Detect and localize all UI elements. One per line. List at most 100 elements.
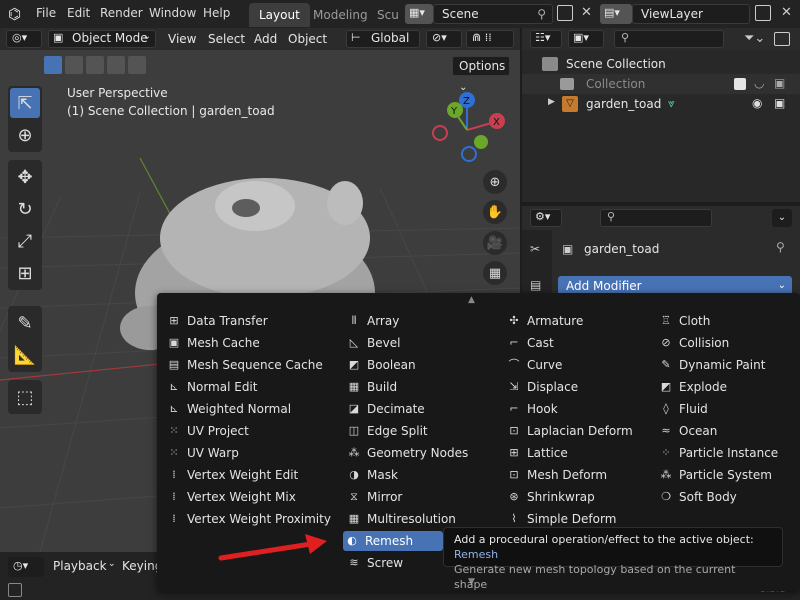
modifier-displace[interactable]: ⇲ Displace <box>505 377 650 397</box>
modifier-particle-system[interactable]: ⁂ Particle System <box>657 465 797 485</box>
modifier-data-transfer[interactable]: ⊞ Data Transfer <box>165 311 335 331</box>
view-layer-field[interactable]: ViewLayer <box>632 4 750 24</box>
outliner-row-scene-collection[interactable]: Scene Collection <box>542 56 792 74</box>
modifier-mesh-sequence-cache[interactable]: ▤ Mesh Sequence Cache <box>165 355 335 375</box>
modifier-normal-edit[interactable]: ⊾ Normal Edit <box>165 377 335 397</box>
measure-tool-icon[interactable]: 📐 <box>10 340 40 370</box>
select-box-tool-icon[interactable]: ⇱ <box>10 88 40 118</box>
menu-file[interactable]: File <box>36 6 56 20</box>
cursor-tool-icon[interactable]: ⊕ <box>10 120 40 150</box>
rotate-tool-icon[interactable]: ↻ <box>10 194 40 224</box>
eye-closed-icon[interactable]: ◡ <box>754 76 764 90</box>
filter-icon[interactable]: ⏷⌄ <box>744 31 765 46</box>
modifier-vertex-weight-mix[interactable]: ⁞ Vertex Weight Mix <box>165 487 335 507</box>
menu-help[interactable]: Help <box>203 6 230 20</box>
transform-tool-icon[interactable]: ⊞ <box>10 258 40 288</box>
viewport-menu-select[interactable]: Select <box>208 30 245 48</box>
orientation-dropdown[interactable]: ⊢ Global <box>346 30 420 48</box>
outliner-search-input[interactable]: ⚲ <box>614 30 724 48</box>
menu-window[interactable]: Window <box>149 6 196 20</box>
modifier-fluid[interactable]: ◊ Fluid <box>657 399 797 419</box>
scene-icon[interactable]: ▦▾ <box>405 4 433 24</box>
timeline-editor-type-button[interactable]: ◷▾ <box>8 557 44 577</box>
editor-type-button[interactable]: ◎▾ <box>6 30 42 48</box>
navigation-gizmo[interactable]: Z X Y <box>425 90 515 170</box>
modifier-weighted-normal[interactable]: ⊾ Weighted Normal <box>165 399 335 419</box>
annotate-tool-icon[interactable]: ✎ <box>10 308 40 338</box>
delete-view-layer-icon[interactable]: ✕ <box>781 5 792 20</box>
select-intersect-icon[interactable] <box>128 56 146 74</box>
select-new-icon[interactable] <box>44 56 62 74</box>
modifier-collision[interactable]: ⊘ Collision <box>657 333 797 353</box>
modifier-armature[interactable]: ✣ Armature <box>505 311 650 331</box>
modifier-particle-instance[interactable]: ⁘ Particle Instance <box>657 443 797 463</box>
modifier-uv-warp[interactable]: ⁙ UV Warp <box>165 443 335 463</box>
move-tool-icon[interactable]: ✥ <box>10 162 40 192</box>
modifier-edge-split[interactable]: ◫ Edge Split <box>345 421 500 441</box>
display-mode-button[interactable]: ▣▾ <box>568 30 604 48</box>
menu-edit[interactable]: Edit <box>67 6 90 20</box>
perspective-grid-icon[interactable]: ▦ <box>483 261 507 285</box>
viewport-menu-view[interactable]: View <box>168 30 196 48</box>
collection-checkbox[interactable] <box>734 78 746 90</box>
pivot-dropdown[interactable]: ⊘▾ <box>426 30 462 48</box>
modifier-mesh-deform[interactable]: ⊡ Mesh Deform <box>505 465 650 485</box>
modifier-explode[interactable]: ◩ Explode <box>657 377 797 397</box>
outliner-row-collection[interactable]: Collection ◡ ▣ <box>522 74 800 94</box>
modifier-uv-project[interactable]: ⁙ UV Project <box>165 421 335 441</box>
modifier-lattice[interactable]: ⊞ Lattice <box>505 443 650 463</box>
modifier-boolean[interactable]: ◩ Boolean <box>345 355 500 375</box>
modifier-mask[interactable]: ◑ Mask <box>345 465 500 485</box>
pin-icon[interactable]: ⚲ <box>537 5 546 23</box>
modifier-mirror[interactable]: ⧖ Mirror <box>345 487 500 507</box>
properties-search-input[interactable]: ⚲ <box>600 209 712 227</box>
camera-render-icon-object[interactable]: ▣ <box>774 96 785 110</box>
new-scene-icon[interactable] <box>557 5 573 21</box>
tool-tab-icon[interactable]: ✂ <box>530 242 540 256</box>
properties-options-chevron-icon[interactable]: ⌄ <box>772 209 792 227</box>
select-subtract-icon[interactable] <box>86 56 104 74</box>
blender-logo-icon[interactable]: ⌬ <box>8 5 26 23</box>
modifier-build[interactable]: ▦ Build <box>345 377 500 397</box>
scale-tool-icon[interactable]: ⤢ <box>10 226 40 256</box>
scene-field[interactable]: Scene ⚲ <box>433 4 553 24</box>
modifier-ocean[interactable]: ≈ Ocean <box>657 421 797 441</box>
view-layer-icon[interactable]: ▤▾ <box>600 4 632 24</box>
add-cube-tool-icon[interactable]: ⬚ <box>10 382 40 412</box>
options-button[interactable]: Options ⌄ <box>452 56 510 93</box>
snap-toggle[interactable]: ⋒ ⁞⁞ <box>466 30 514 48</box>
viewport-menu-object[interactable]: Object <box>288 30 327 48</box>
modifier-hook[interactable]: ⌐ Hook <box>505 399 650 419</box>
modifier-array[interactable]: ⫴ Array <box>345 311 500 331</box>
tab-layout[interactable]: Layout <box>249 3 310 27</box>
viewport-menu-add[interactable]: Add <box>254 30 277 48</box>
playback-menu[interactable]: Playback <box>53 559 107 573</box>
modifier-laplacian-deform[interactable]: ⊡ Laplacian Deform <box>505 421 650 441</box>
delete-scene-icon[interactable]: ✕ <box>581 5 592 20</box>
tab-sculpting[interactable]: Scu <box>367 3 399 27</box>
mode-dropdown[interactable]: ▣ Object Mode ⌄ <box>48 30 156 48</box>
select-extend-icon[interactable] <box>65 56 83 74</box>
select-invert-icon[interactable] <box>107 56 125 74</box>
expand-arrow-icon[interactable]: ▶ <box>548 97 555 107</box>
render-tab-icon[interactable]: ▤ <box>530 278 541 292</box>
eye-icon[interactable]: ◉ <box>752 96 762 110</box>
modifier-shrinkwrap[interactable]: ⊛ Shrinkwrap <box>505 487 650 507</box>
scroll-up-icon[interactable]: ▲ <box>468 295 475 305</box>
outliner-row-garden-toad[interactable]: ▶ ▽ garden_toad ⩔ ◉ ▣ <box>522 94 800 114</box>
modifier-geometry-nodes[interactable]: ⁂ Geometry Nodes <box>345 443 500 463</box>
menu-render[interactable]: Render <box>100 6 143 20</box>
modifier-soft-body[interactable]: ❍ Soft Body <box>657 487 797 507</box>
pan-hand-icon[interactable]: ✋ <box>483 200 507 224</box>
camera-render-icon[interactable]: ▣ <box>774 76 785 90</box>
outliner-editor-type-button[interactable]: ☷▾ <box>530 30 562 48</box>
modifier-mesh-cache[interactable]: ▣ Mesh Cache <box>165 333 335 353</box>
modifier-decimate[interactable]: ◪ Decimate <box>345 399 500 419</box>
modifier-curve[interactable]: ⌒ Curve <box>505 355 650 375</box>
modifier-simple-deform[interactable]: ⌇ Simple Deform <box>505 509 616 529</box>
modifier-remesh[interactable]: ◐ Remesh <box>343 531 443 551</box>
camera-icon[interactable]: 🎥 <box>483 231 507 255</box>
modifier-cast[interactable]: ⌐ Cast <box>505 333 650 353</box>
modifier-dynamic-paint[interactable]: ✎ Dynamic Paint <box>657 355 797 375</box>
pin-icon[interactable]: ⚲ <box>776 240 785 254</box>
